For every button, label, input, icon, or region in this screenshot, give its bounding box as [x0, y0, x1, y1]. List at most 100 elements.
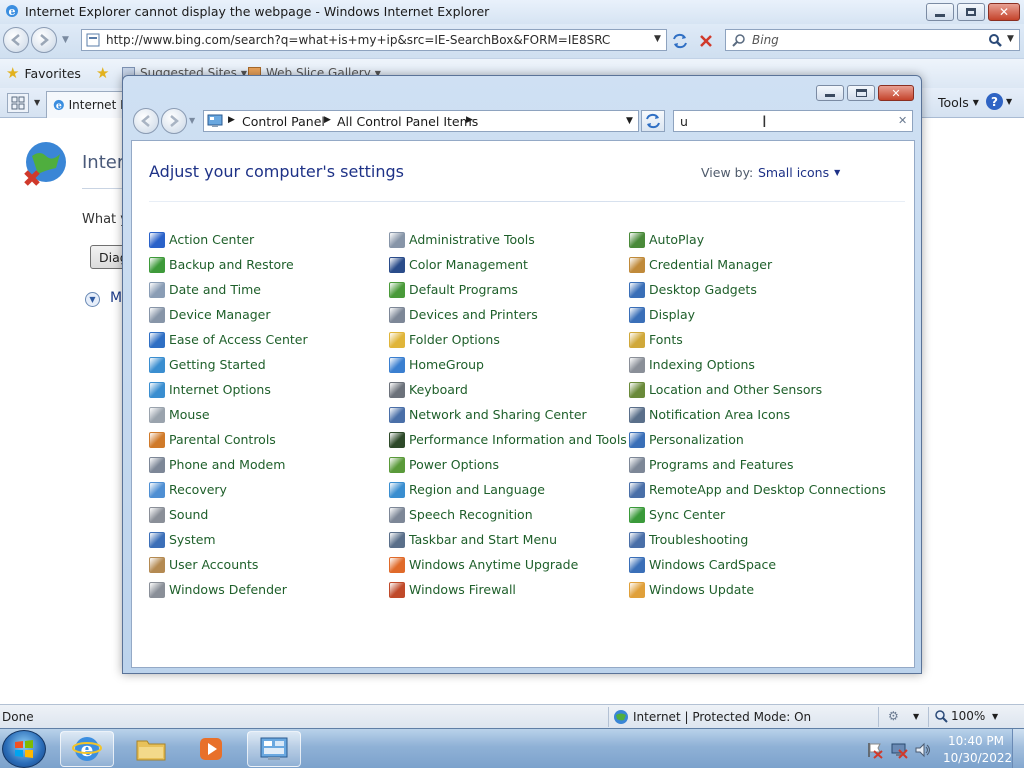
cp-item-troubleshooting[interactable]: Troubleshooting [629, 527, 886, 552]
cp-item-windows-cardspace[interactable]: Windows CardSpace [629, 552, 886, 577]
start-button[interactable] [2, 730, 46, 768]
cp-item-personalization[interactable]: Personalization [629, 427, 886, 452]
cp-item-user-accounts[interactable]: User Accounts [149, 552, 308, 577]
cp-item-windows-update[interactable]: Windows Update [629, 577, 886, 602]
breadcrumb-all-items[interactable]: All Control Panel Items [337, 114, 478, 129]
cp-item-windows-firewall[interactable]: Windows Firewall [389, 577, 627, 602]
breadcrumb-arrow-icon[interactable]: ▶ [324, 115, 331, 125]
cp-item-mouse[interactable]: Mouse [149, 402, 308, 427]
cp-item-backup-and-restore[interactable]: Backup and Restore [149, 252, 308, 277]
favorites-button[interactable]: ★ Favorites [6, 64, 81, 82]
clock-time[interactable]: 10:40 PM [948, 734, 1004, 748]
clear-search-icon[interactable]: ✕ [898, 114, 907, 127]
cp-item-devices-and-printers[interactable]: Devices and Printers [389, 302, 627, 327]
taskbar-control-panel[interactable] [247, 731, 301, 767]
tools-menu-button[interactable]: Tools ▼ [938, 95, 979, 110]
cp-item-windows-defender[interactable]: Windows Defender [149, 577, 308, 602]
cp-item-credential-manager[interactable]: Credential Manager [629, 252, 886, 277]
ie-refresh-button[interactable] [670, 31, 690, 51]
breadcrumb-arrow-icon[interactable]: ▶ [466, 115, 473, 125]
ie-back-button[interactable] [3, 27, 29, 53]
cp-item-default-programs[interactable]: Default Programs [389, 277, 627, 302]
ie-search-box[interactable]: Bing ▼ [725, 29, 1020, 51]
cp-search-box[interactable]: u I ✕ [673, 110, 913, 132]
show-desktop-button[interactable] [1012, 729, 1024, 768]
breadcrumb-control-panel[interactable]: Control Panel [242, 114, 325, 129]
network-icon[interactable] [890, 741, 908, 759]
cp-item-performance-information-and-tools[interactable]: Performance Information and Tools [389, 427, 627, 452]
cp-item-power-options[interactable]: Power Options [389, 452, 627, 477]
ie-forward-button[interactable] [31, 27, 57, 53]
cp-item-administrative-tools[interactable]: Administrative Tools [389, 227, 627, 252]
action-center-flag-icon[interactable] [866, 741, 884, 759]
cp-item-ease-of-access-center[interactable]: Ease of Access Center [149, 327, 308, 352]
zoom-button[interactable]: 100% [934, 709, 985, 723]
volume-icon[interactable] [914, 741, 932, 759]
cp-item-remoteapp-and-desktop-connections[interactable]: RemoteApp and Desktop Connections [629, 477, 886, 502]
cp-item-keyboard[interactable]: Keyboard [389, 377, 627, 402]
cp-item-color-management[interactable]: Color Management [389, 252, 627, 277]
cp-item-speech-recognition[interactable]: Speech Recognition [389, 502, 627, 527]
ie-restore-button[interactable] [957, 3, 985, 21]
add-to-favorites-icon[interactable]: ★ [96, 64, 109, 82]
ie-tab-internet-explorer[interactable]: e Internet Ex [46, 91, 126, 118]
cp-item-internet-options[interactable]: Internet Options [149, 377, 308, 402]
cp-item-action-center[interactable]: Action Center [149, 227, 308, 252]
cp-item-taskbar-and-start-menu[interactable]: Taskbar and Start Menu [389, 527, 627, 552]
cp-item-autoplay[interactable]: AutoPlay [629, 227, 886, 252]
zoom-dropdown-icon[interactable]: ▼ [992, 712, 998, 721]
cp-item-parental-controls[interactable]: Parental Controls [149, 427, 308, 452]
clock-date[interactable]: 10/30/2022 [943, 751, 1012, 765]
taskbar-windows-explorer[interactable] [124, 731, 178, 767]
protected-mode-icon[interactable]: ⚙ [888, 709, 899, 723]
search-dropdown-icon[interactable]: ▼ [1007, 34, 1014, 44]
cp-item-notification-area-icons[interactable]: Notification Area Icons [629, 402, 886, 427]
cp-item-folder-options[interactable]: Folder Options [389, 327, 627, 352]
recent-pages-dropdown-icon[interactable]: ▼ [62, 35, 69, 45]
cp-item-network-and-sharing-center[interactable]: Network and Sharing Center [389, 402, 627, 427]
cp-close-button[interactable]: ✕ [878, 85, 914, 101]
cp-item-region-and-language[interactable]: Region and Language [389, 477, 627, 502]
address-dropdown-icon[interactable]: ▼ [654, 34, 661, 44]
cp-address-bar[interactable]: ▶ Control Panel ▶ All Control Panel Item… [203, 110, 639, 132]
quick-tabs-button[interactable] [7, 93, 29, 113]
search-go-icon[interactable] [988, 33, 1002, 47]
ie-minimize-button[interactable] [926, 3, 954, 21]
ie-close-button[interactable]: ✕ [988, 3, 1020, 21]
cp-item-display[interactable]: Display [629, 302, 886, 327]
security-zone-text[interactable]: Internet | Protected Mode: On [633, 710, 811, 724]
breadcrumb-arrow-icon[interactable]: ▶ [228, 115, 235, 125]
cp-item-sound[interactable]: Sound [149, 502, 308, 527]
expand-more-icon[interactable]: ▼ [85, 292, 100, 307]
taskbar-media-player[interactable] [184, 731, 238, 767]
help-button[interactable]: ? ▼ [986, 93, 1012, 110]
cp-item-desktop-gadgets[interactable]: Desktop Gadgets [629, 277, 886, 302]
cp-item-sync-center[interactable]: Sync Center [629, 502, 886, 527]
cp-forward-button[interactable] [161, 108, 187, 134]
cp-item-recovery[interactable]: Recovery [149, 477, 308, 502]
cp-recent-pages-dropdown-icon[interactable]: ▼ [189, 116, 195, 125]
cp-item-getting-started[interactable]: Getting Started [149, 352, 308, 377]
cp-maximize-button[interactable] [847, 85, 875, 101]
cp-item-date-and-time[interactable]: Date and Time [149, 277, 308, 302]
ie-stop-button[interactable] [696, 31, 716, 51]
cp-minimize-button[interactable] [816, 85, 844, 101]
cp-address-dropdown-icon[interactable]: ▼ [626, 116, 633, 126]
cp-back-button[interactable] [133, 108, 159, 134]
cp-item-indexing-options[interactable]: Indexing Options [629, 352, 886, 377]
taskbar-internet-explorer[interactable]: e [60, 731, 114, 767]
protected-dropdown-icon[interactable]: ▼ [913, 712, 919, 721]
cp-item-device-manager[interactable]: Device Manager [149, 302, 308, 327]
cp-item-phone-and-modem[interactable]: Phone and Modem [149, 452, 308, 477]
cp-item-windows-anytime-upgrade[interactable]: Windows Anytime Upgrade [389, 552, 627, 577]
cp-item-homegroup[interactable]: HomeGroup [389, 352, 627, 377]
ie-address-bar[interactable]: http://www.bing.com/search?q=what+is+my+… [81, 29, 667, 51]
cp-item-system[interactable]: System [149, 527, 308, 552]
tab-list-dropdown-icon[interactable]: ▼ [34, 98, 40, 107]
cp-refresh-button[interactable] [641, 110, 665, 132]
cp-item-programs-and-features[interactable]: Programs and Features [629, 452, 886, 477]
more-information-link[interactable]: M [110, 290, 122, 306]
cp-item-fonts[interactable]: Fonts [629, 327, 886, 352]
view-by-dropdown[interactable]: Small icons ▼ [758, 165, 840, 180]
cp-item-location-and-other-sensors[interactable]: Location and Other Sensors [629, 377, 886, 402]
